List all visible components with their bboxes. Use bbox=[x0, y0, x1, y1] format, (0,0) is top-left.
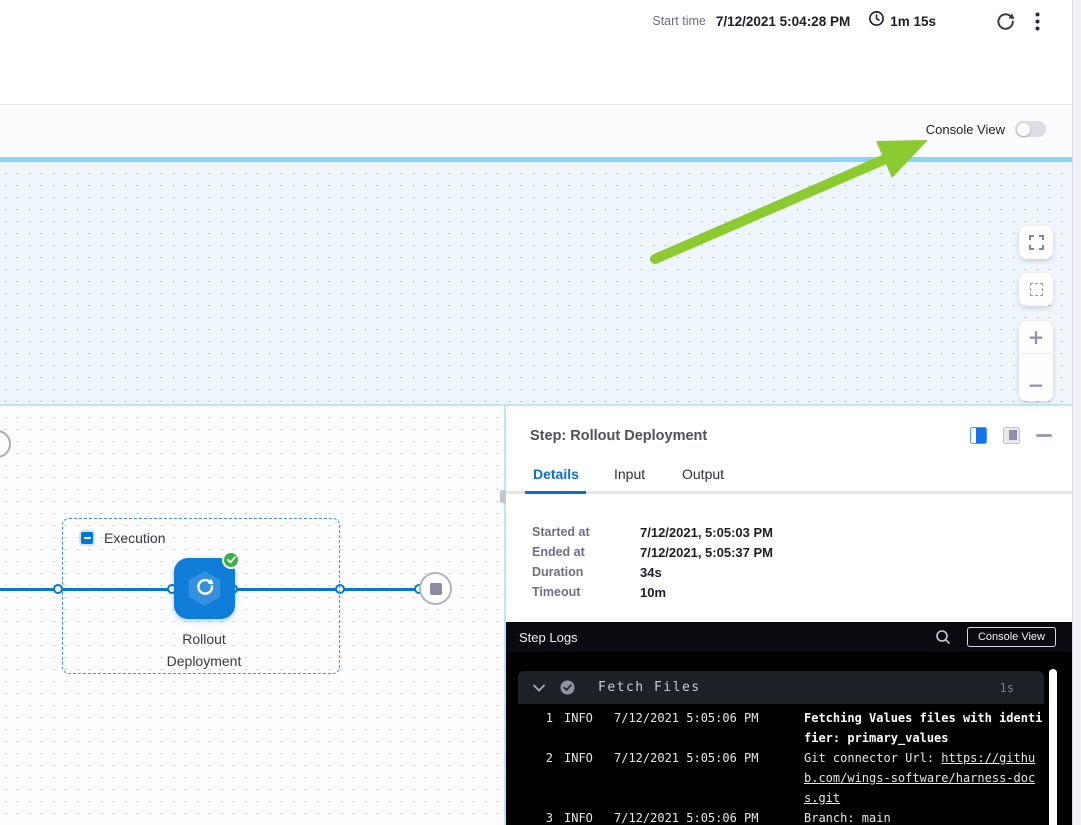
detail-row: Started at 7/12/2021, 5:05:03 PM bbox=[532, 522, 773, 542]
clock-icon bbox=[868, 10, 885, 32]
fullscreen-icon[interactable] bbox=[1019, 226, 1053, 259]
refresh-button[interactable] bbox=[996, 12, 1015, 31]
log-timestamp: 7/12/2021 5:05:06 PM bbox=[614, 748, 760, 808]
log-group-duration: 1s bbox=[1000, 681, 1014, 695]
start-time-label: Start time bbox=[652, 14, 706, 28]
step-logs-title: Step Logs bbox=[519, 630, 578, 645]
console-view-toggle[interactable] bbox=[1015, 121, 1046, 137]
success-badge-icon bbox=[222, 551, 240, 569]
console-view-label: Console View bbox=[926, 122, 1005, 137]
pipeline-execution-page: Start time 7/12/2021 5:04:28 PM 1m 15s C… bbox=[0, 0, 1081, 825]
page-scrollbar-track[interactable] bbox=[1072, 0, 1081, 825]
detail-row: Ended at 7/12/2021, 5:05:37 PM bbox=[532, 542, 773, 562]
active-tab-underline bbox=[525, 491, 586, 494]
check-circle-icon bbox=[560, 680, 575, 695]
log-message: Git connector Url: https://github.com/wi… bbox=[804, 748, 1044, 808]
panel-tab[interactable]: Input bbox=[614, 466, 645, 482]
panel-tab[interactable]: Details bbox=[533, 466, 579, 482]
step-details-panel: Step: Rollout Deployment Details Input O… bbox=[506, 406, 1072, 825]
log-line-number: 1 bbox=[543, 708, 553, 748]
log-timestamp: 7/12/2021 5:05:06 PM bbox=[614, 808, 760, 825]
step-logs-bar: Step Logs Console View bbox=[506, 622, 1072, 652]
split-view-icon[interactable] bbox=[970, 427, 987, 444]
step-graph-canvas[interactable]: Execution Rollout Deployment bbox=[0, 406, 505, 825]
log-level: INFO bbox=[564, 748, 597, 808]
log-line-number: 2 bbox=[543, 748, 553, 808]
detail-value: 7/12/2021, 5:05:03 PM bbox=[640, 525, 773, 540]
log-level: INFO bbox=[564, 708, 597, 748]
zoom-out-icon[interactable]: − bbox=[1019, 368, 1053, 401]
step-node-label: Rollout Deployment bbox=[124, 628, 284, 672]
minimize-panel-icon[interactable] bbox=[1020, 434, 1052, 437]
log-viewer[interactable]: Fetch Files 1s 1 INFO 7/12/2021 5:05:06 … bbox=[506, 652, 1072, 825]
fit-view-icon[interactable] bbox=[1019, 273, 1053, 306]
details-grid: Started at 7/12/2021, 5:05:03 PM Ended a… bbox=[532, 522, 773, 602]
console-view-toolbar: Console View bbox=[0, 106, 1072, 157]
offscreen-node bbox=[0, 430, 11, 458]
log-group-header[interactable]: Fetch Files 1s bbox=[518, 671, 1044, 704]
search-icon[interactable] bbox=[935, 629, 951, 645]
log-timestamp: 7/12/2021 5:05:06 PM bbox=[614, 708, 760, 748]
detail-row: Duration 34s bbox=[532, 562, 773, 582]
execution-group-label: Execution bbox=[104, 530, 165, 546]
rollout-refresh-icon bbox=[195, 576, 215, 601]
kebab-menu-icon[interactable] bbox=[1035, 12, 1040, 31]
log-message: Branch: main bbox=[804, 808, 1044, 825]
log-line-number: 3 bbox=[543, 808, 553, 825]
canvas-zoom-controls: + − bbox=[1019, 226, 1053, 401]
detail-label: Timeout bbox=[532, 585, 640, 599]
log-message: Fetching Values files with identifier: p… bbox=[804, 708, 1044, 748]
log-scrollbar-thumb[interactable] bbox=[1049, 669, 1057, 825]
toggle-knob bbox=[1017, 123, 1030, 136]
log-level: INFO bbox=[564, 808, 597, 825]
tabs-divider bbox=[506, 491, 1072, 494]
stop-node-icon bbox=[419, 572, 452, 605]
log-line: 1 INFO 7/12/2021 5:05:06 PM Fetching Val… bbox=[506, 708, 1072, 748]
execution-header: Start time 7/12/2021 5:04:28 PM 1m 15s bbox=[0, 0, 1072, 105]
console-view-button[interactable]: Console View bbox=[967, 627, 1056, 647]
rollout-deployment-step-node[interactable] bbox=[174, 558, 235, 619]
detail-label: Duration bbox=[532, 565, 640, 579]
stage-graph-canvas[interactable] bbox=[0, 162, 1072, 404]
log-line: 2 INFO 7/12/2021 5:05:06 PM Git connecto… bbox=[506, 748, 1072, 808]
log-group-name: Fetch Files bbox=[598, 680, 701, 695]
start-time-value: 7/12/2021 5:04:28 PM bbox=[716, 14, 850, 29]
detail-label: Ended at bbox=[532, 545, 640, 559]
zoom-in-icon[interactable]: + bbox=[1019, 321, 1053, 354]
panel-title: Step: Rollout Deployment bbox=[530, 428, 707, 444]
chevron-down-icon bbox=[533, 684, 545, 692]
bottom-split-region: Execution Rollout Deployment St bbox=[0, 404, 1072, 825]
collapse-group-button[interactable] bbox=[79, 530, 95, 546]
detail-label: Started at bbox=[532, 525, 640, 539]
detail-row: Timeout 10m bbox=[532, 582, 773, 602]
detail-value: 34s bbox=[640, 565, 662, 580]
elapsed-time: 1m 15s bbox=[890, 14, 936, 29]
log-lines: 1 INFO 7/12/2021 5:05:06 PM Fetching Val… bbox=[506, 708, 1072, 825]
log-line: 3 INFO 7/12/2021 5:05:06 PM Branch: main bbox=[506, 808, 1072, 825]
detail-value: 7/12/2021, 5:05:37 PM bbox=[640, 545, 773, 560]
detail-value: 10m bbox=[640, 585, 666, 600]
panel-tab[interactable]: Output bbox=[682, 466, 724, 482]
panel-view-icon[interactable] bbox=[987, 427, 1020, 444]
